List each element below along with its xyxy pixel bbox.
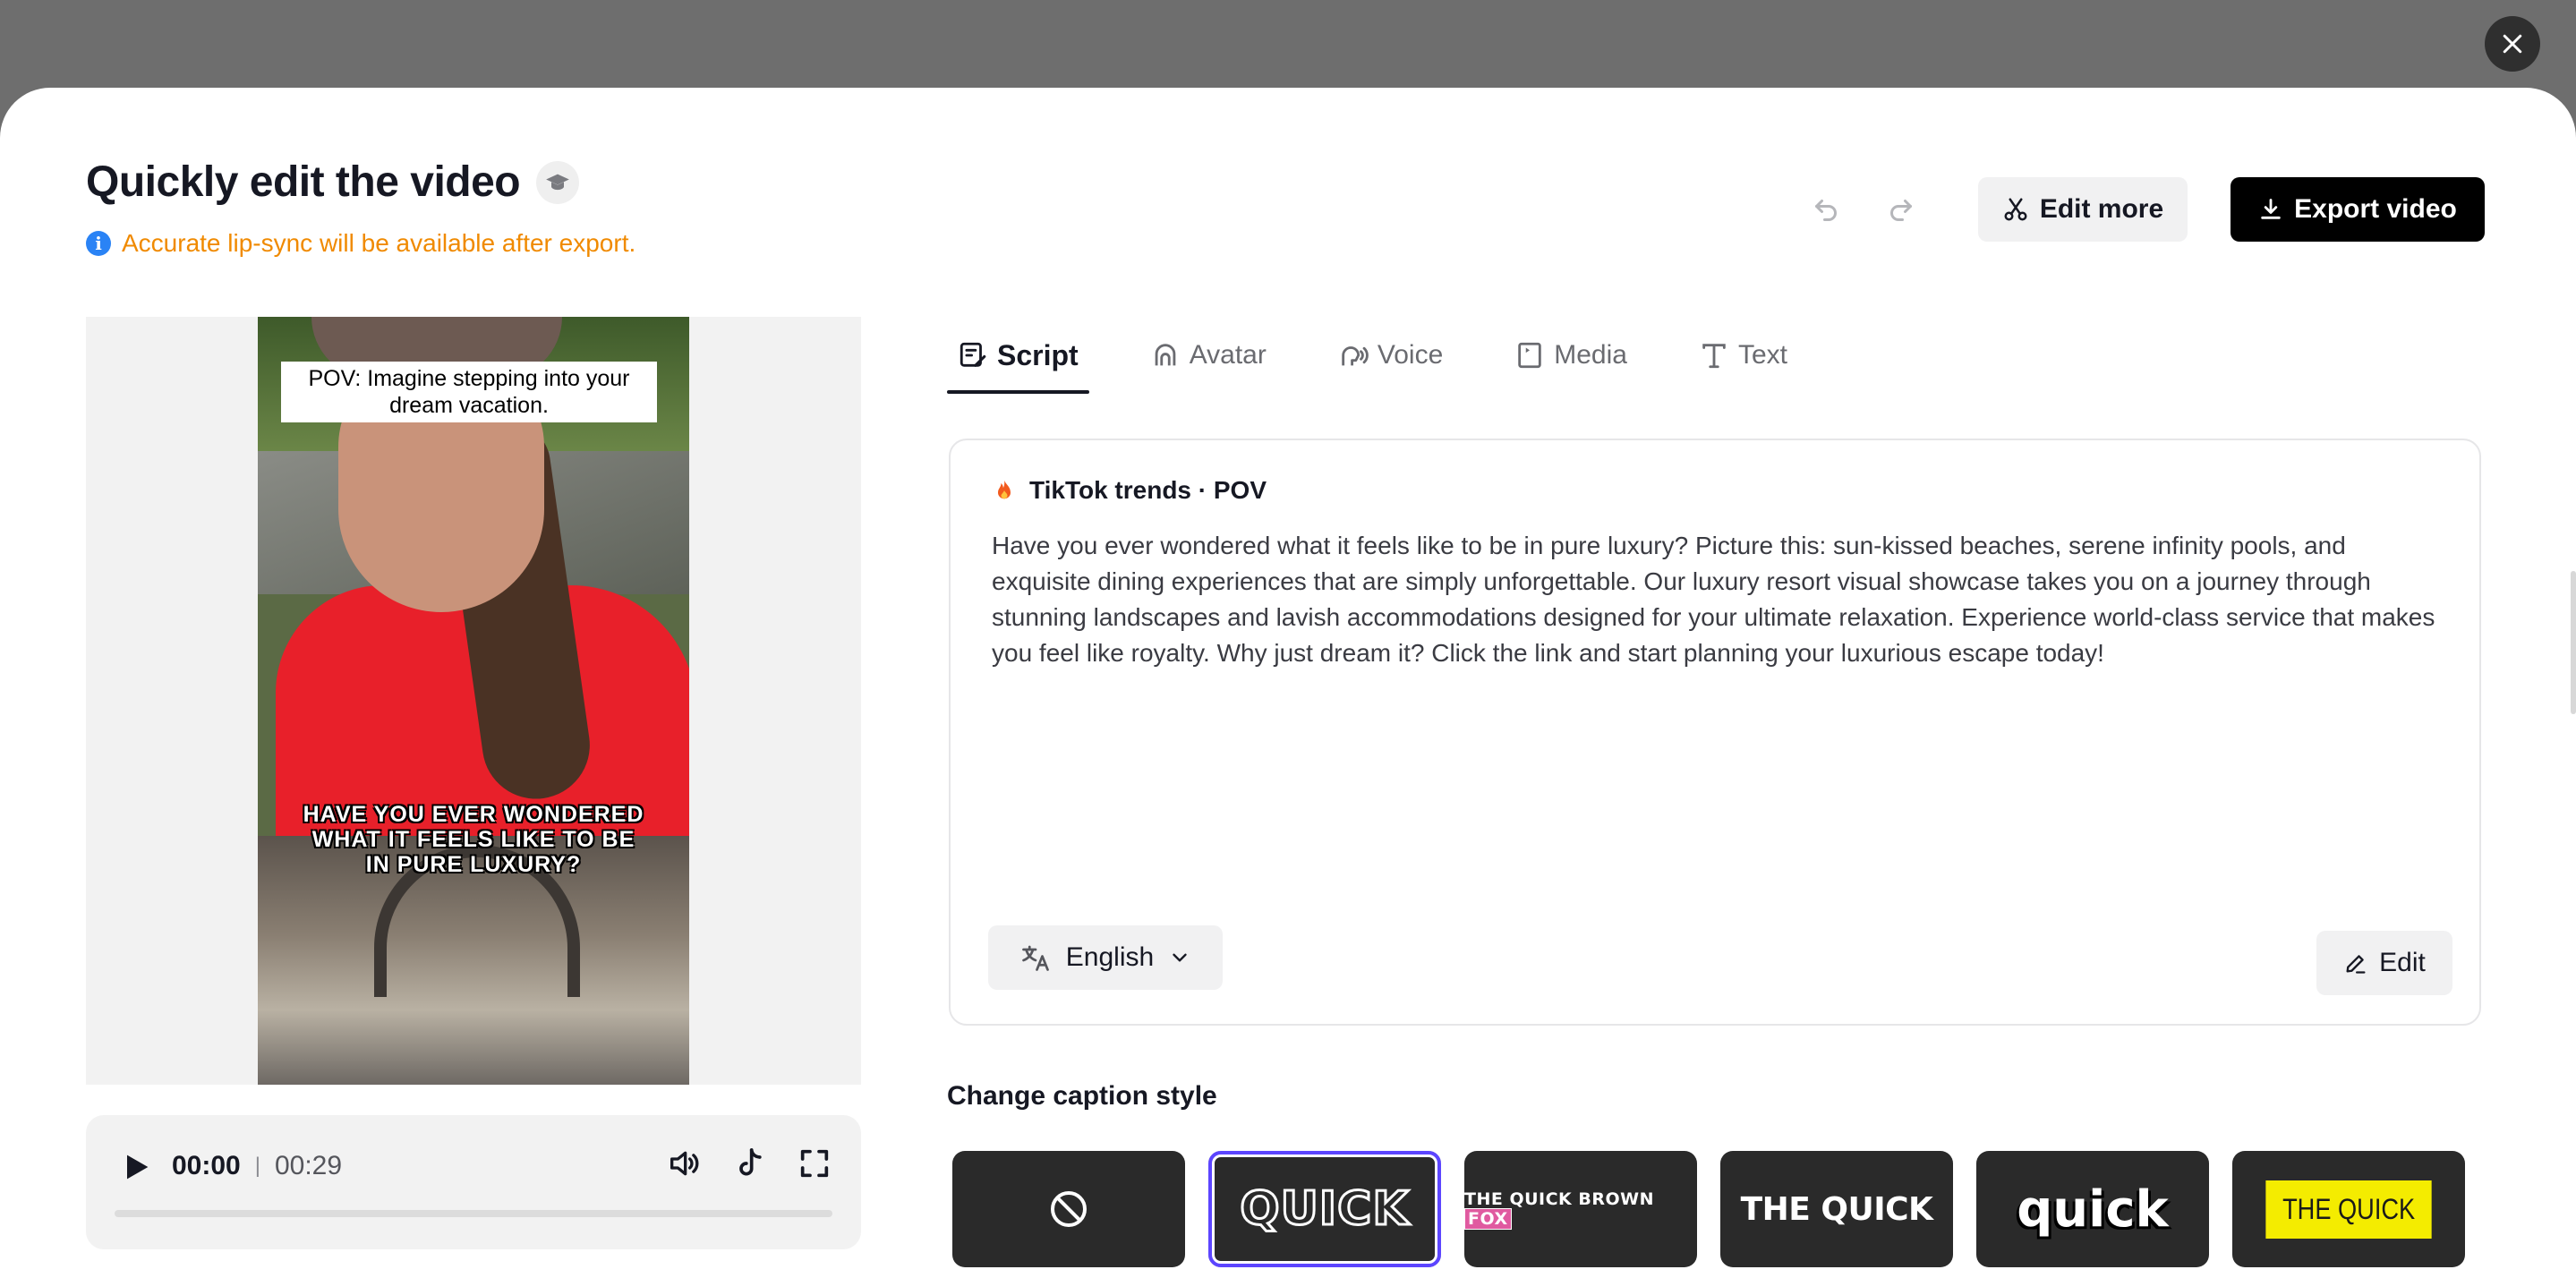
edit-video-modal: Quickly edit the video i Accurate lip-sy… [0, 88, 2576, 1278]
tab-media[interactable]: Media [1504, 317, 1638, 394]
script-text[interactable]: Have you ever wondered what it feels lik… [992, 528, 2442, 671]
trend-tag: TikTok trends · POV [992, 476, 1267, 505]
pencil-icon [2346, 955, 2366, 974]
caption-style-the-quick-yellow-label: THE QUICK [2265, 1180, 2432, 1239]
language-value: English [1065, 942, 1155, 972]
tab-avatar[interactable]: Avatar [1139, 317, 1277, 394]
redo-icon[interactable] [1885, 192, 1917, 224]
tab-text[interactable]: Text [1688, 317, 1798, 394]
scissors-icon [2004, 198, 2027, 221]
script-icon [960, 342, 986, 367]
caption-style-quick-brown-text: THE QUICK BROWN [1464, 1189, 1655, 1209]
tiktok-icon[interactable] [732, 1146, 768, 1181]
caption-style-the-quick[interactable]: THE QUICK [1720, 1151, 1953, 1267]
notice-text: Accurate lip-sync will be available afte… [122, 229, 636, 257]
time-separator: | [254, 1154, 260, 1178]
caption-style-quick-bold[interactable]: quick [1976, 1151, 2209, 1267]
translate-icon [1021, 945, 1049, 971]
tab-media-label: Media [1554, 340, 1627, 370]
language-select[interactable]: English [988, 925, 1223, 990]
video-caption-bottom: HAVE YOU EVER WONDERED WHAT IT FEELS LIK… [258, 802, 689, 877]
tab-script-label: Script [997, 338, 1079, 371]
edit-more-button[interactable]: Edit more [1978, 177, 2188, 242]
duration: 00:29 [274, 1151, 343, 1180]
caption-style-the-quick-yellow[interactable]: THE QUICK [2232, 1151, 2465, 1267]
no-caption-icon [1051, 1191, 1087, 1227]
video-preview[interactable]: POV: Imagine stepping into your dream va… [258, 317, 689, 1085]
tab-voice[interactable]: Voice [1327, 317, 1454, 394]
time-display: 00:00 | 00:29 [172, 1151, 342, 1181]
graduation-cap-icon [546, 174, 569, 190]
info-icon: i [86, 231, 111, 256]
current-time: 00:00 [172, 1151, 241, 1180]
scrollbar[interactable] [2571, 571, 2576, 714]
lip-sync-notice: i Accurate lip-sync will be available af… [86, 229, 635, 258]
tab-avatar-label: Avatar [1189, 340, 1267, 370]
video-preview-panel: POV: Imagine stepping into your dream va… [86, 317, 861, 1085]
caption-style-quick-brown-label: THE QUICK BROWN FOX [1464, 1189, 1697, 1230]
caption-style-quick-outline[interactable]: QUICK [1208, 1151, 1441, 1267]
play-icon[interactable] [118, 1149, 154, 1185]
fullscreen-icon[interactable] [797, 1146, 832, 1181]
caption-bottom-line1: HAVE YOU EVER WONDERED [303, 802, 644, 827]
trend-label: TikTok trends · POV [1029, 476, 1267, 504]
playback-progress-bar[interactable] [115, 1210, 832, 1217]
avatar-icon [1155, 344, 1176, 366]
undo-icon[interactable] [1810, 192, 1842, 224]
text-icon [1702, 344, 1726, 369]
caption-style-fox-text: FOX [1464, 1208, 1512, 1230]
export-video-button[interactable]: Export video [2231, 177, 2485, 242]
edit-script-button[interactable]: Edit [2316, 931, 2452, 995]
modal-title: Quickly edit the video [86, 158, 521, 206]
download-icon [2261, 199, 2281, 219]
volume-icon[interactable] [666, 1146, 702, 1181]
chevron-down-icon [1173, 953, 1187, 962]
caption-style-list: QUICK THE QUICK BROWN FOX THE QUICK quic… [952, 1151, 2465, 1267]
media-icon [1518, 342, 1541, 369]
tutorial-button[interactable] [536, 160, 580, 204]
caption-style-heading: Change caption style [947, 1081, 1217, 1111]
caption-style-quick-bold-label: quick [2017, 1180, 2169, 1239]
caption-style-quick-outline-label: QUICK [1239, 1181, 1410, 1238]
caption-style-the-quick-label: THE QUICK [1740, 1190, 1933, 1228]
edit-script-label: Edit [2379, 948, 2426, 977]
script-panel: TikTok trends · POV Have you ever wonder… [949, 439, 2481, 1026]
edit-more-label: Edit more [2039, 194, 2164, 224]
export-video-label: Export video [2294, 194, 2457, 224]
caption-style-quick-brown-fox[interactable]: THE QUICK BROWN FOX [1464, 1151, 1697, 1267]
modal-header: Quickly edit the video [86, 158, 580, 207]
close-modal-button[interactable] [2485, 16, 2540, 72]
voice-icon [1342, 346, 1369, 366]
video-caption-top: POV: Imagine stepping into your dream va… [281, 362, 657, 422]
fire-icon [998, 480, 1011, 499]
video-player-controls: 00:00 | 00:29 [86, 1115, 861, 1249]
tab-script[interactable]: Script [947, 317, 1089, 394]
editor-tabs: Script Avatar Voice Media Text [947, 317, 1848, 394]
caption-style-none[interactable] [952, 1151, 1185, 1267]
close-icon [2503, 34, 2522, 54]
tab-text-label: Text [1737, 340, 1787, 370]
caption-top-line1: POV: Imagine stepping into your [308, 366, 630, 391]
caption-bottom-line2: WHAT IT FEELS LIKE TO BE [311, 827, 635, 852]
caption-bottom-line3: IN PURE LUXURY? [365, 852, 582, 877]
caption-top-line2: dream vacation. [371, 392, 567, 419]
tab-voice-label: Voice [1377, 340, 1444, 370]
